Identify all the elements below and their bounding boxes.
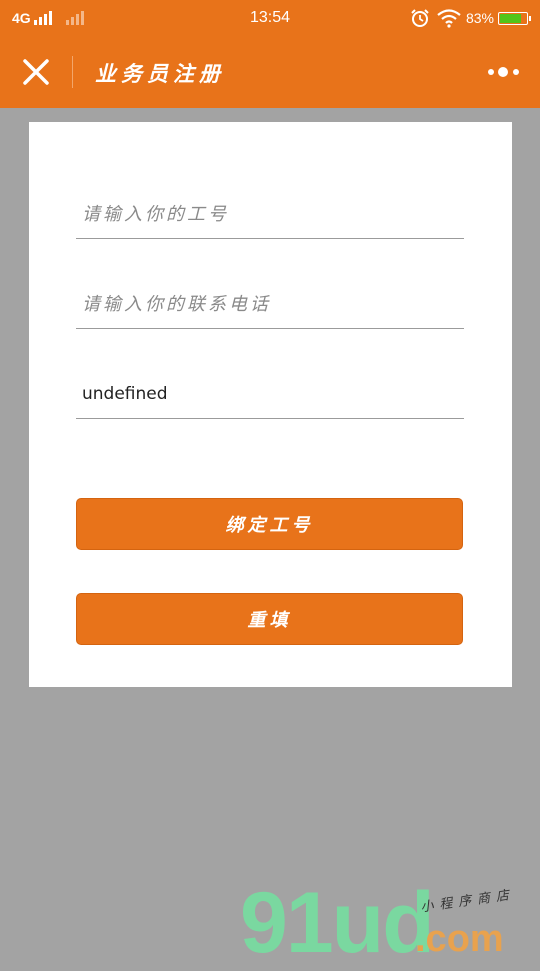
third-field: [76, 374, 464, 419]
watermark-suffix: .com: [415, 918, 504, 960]
watermark-logo: 91ud: [240, 875, 435, 971]
reset-button[interactable]: 重填: [76, 593, 463, 645]
wifi-icon: [437, 9, 461, 28]
employee-id-field: [76, 194, 464, 239]
battery-icon: [498, 11, 531, 25]
nav-divider: [72, 56, 73, 88]
phone-field: [76, 284, 464, 329]
nav-bar: 业务员注册: [0, 36, 540, 108]
more-button[interactable]: [486, 62, 522, 82]
status-bar: 4G 13:54 83%: [0, 0, 540, 36]
more-dots-icon: [488, 67, 519, 77]
employee-id-input[interactable]: [76, 194, 462, 234]
registration-card: 绑定工号 重填: [29, 122, 512, 687]
battery-fill: [500, 13, 522, 23]
battery-percent: 83%: [465, 10, 494, 26]
close-icon: [23, 59, 49, 85]
status-right: 83%: [410, 8, 531, 28]
close-button[interactable]: [18, 54, 54, 90]
watermark-subtitle: 小程序商店: [419, 887, 516, 916]
bind-employee-id-button[interactable]: 绑定工号: [76, 498, 463, 550]
third-input[interactable]: [76, 374, 462, 414]
page-title: 业务员注册: [95, 61, 225, 86]
phone-input[interactable]: [76, 284, 462, 324]
alarm-icon: [411, 9, 429, 27]
